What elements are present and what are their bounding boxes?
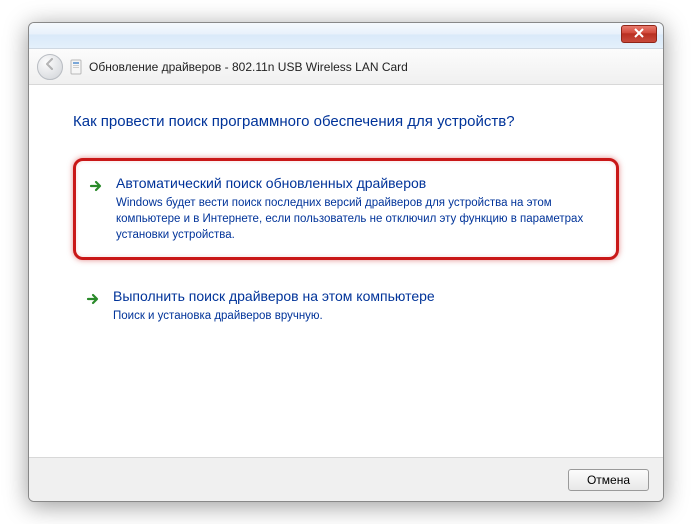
header-bar: Обновление драйверов - 802.11n USB Wirel…: [29, 49, 663, 85]
option-title: Автоматический поиск обновленных драйвер…: [116, 175, 598, 191]
content-area: Как провести поиск программного обеспече…: [29, 85, 663, 338]
titlebar: [29, 23, 663, 49]
close-button[interactable]: [621, 25, 657, 43]
header-title: Обновление драйверов - 802.11n USB Wirel…: [89, 60, 408, 74]
arrow-left-icon: [43, 57, 57, 76]
option-desc: Windows будет вести поиск последних верс…: [116, 195, 598, 243]
back-button[interactable]: [37, 54, 63, 80]
option-title: Выполнить поиск драйверов на этом компью…: [113, 288, 601, 304]
option-auto-search[interactable]: Автоматический поиск обновленных драйвер…: [73, 158, 619, 260]
arrow-right-icon: [85, 291, 101, 307]
main-heading: Как провести поиск программного обеспече…: [73, 113, 619, 130]
close-icon: [634, 25, 644, 43]
option-desc: Поиск и установка драйверов вручную.: [113, 308, 601, 324]
option-browse-computer[interactable]: Выполнить поиск драйверов на этом компью…: [73, 274, 619, 338]
dialog-window: Обновление драйверов - 802.11n USB Wirel…: [28, 22, 664, 502]
cancel-button[interactable]: Отмена: [568, 469, 649, 491]
arrow-right-icon: [88, 178, 104, 194]
device-icon: [69, 59, 83, 75]
footer: Отмена: [29, 457, 663, 501]
